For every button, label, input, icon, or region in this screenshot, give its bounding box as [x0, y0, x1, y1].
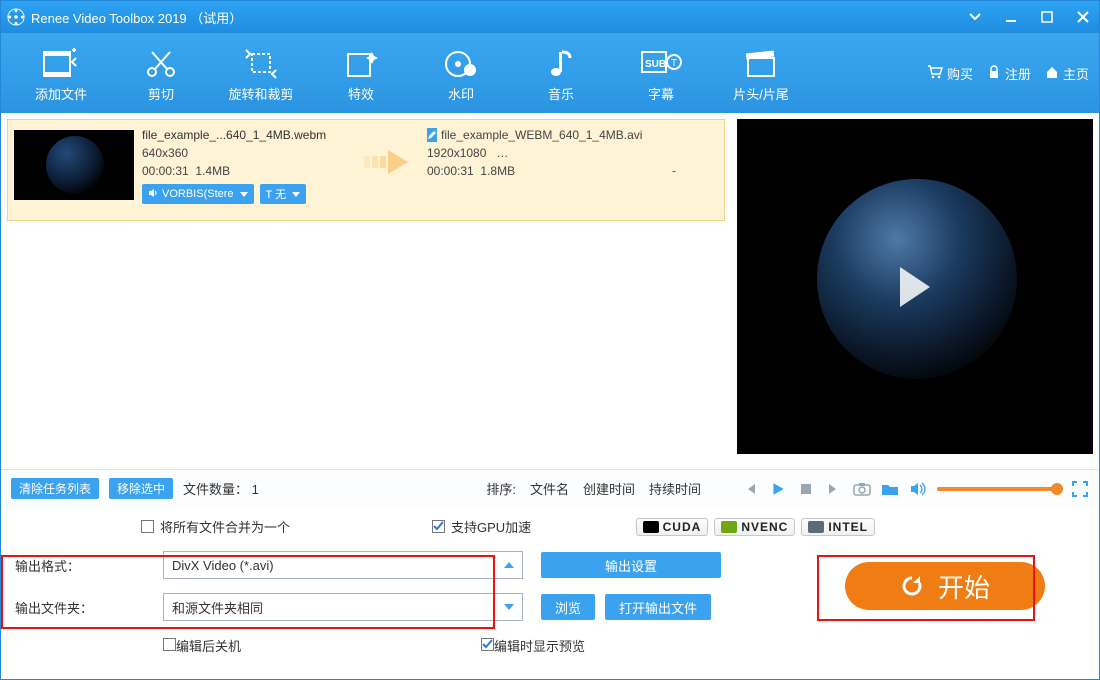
tool-effects[interactable]: 特效: [311, 44, 411, 103]
svg-text:T: T: [671, 58, 677, 69]
gpu-chips: CUDA NVENC INTEL: [636, 518, 875, 536]
speaker-icon: [148, 188, 158, 201]
preview-on-edit-checkbox[interactable]: 编辑时显示预览: [481, 636, 751, 655]
tool-label: 水印: [411, 84, 511, 103]
prev-button[interactable]: [741, 480, 759, 498]
register-link[interactable]: 注册: [987, 64, 1031, 83]
tool-label: 字幕: [611, 84, 711, 103]
buy-label: 购买: [947, 64, 973, 83]
app-logo-icon: [7, 8, 25, 26]
title-bar: Renee Video Toolbox 2019 （试用）: [1, 1, 1099, 33]
crop-rotate-icon: [211, 44, 311, 84]
sort-by-duration[interactable]: 持续时间: [649, 479, 701, 498]
output-panel: 将所有文件合并为一个 支持GPU加速 CUDA NVENC INTEL 输出格式…: [1, 507, 1099, 679]
tool-label: 特效: [311, 84, 411, 103]
tool-cut[interactable]: 剪切: [111, 44, 211, 103]
open-output-button[interactable]: 打开输出文件: [605, 594, 711, 620]
fullscreen-button[interactable]: [1071, 480, 1089, 498]
tool-add-file[interactable]: 添加文件: [11, 44, 111, 103]
stop-button[interactable]: [797, 480, 815, 498]
subtitle-icon: SUB T: [611, 44, 711, 84]
shutdown-checkbox[interactable]: 编辑后关机: [163, 636, 523, 655]
next-button[interactable]: [825, 480, 843, 498]
preview-panel: [731, 113, 1099, 469]
cart-icon: [927, 65, 943, 82]
merge-checkbox[interactable]: 将所有文件合并为一个: [141, 517, 290, 536]
home-icon: [1045, 65, 1059, 82]
gpu-chip-cuda: CUDA: [636, 518, 709, 536]
gpu-chip-intel: INTEL: [801, 518, 875, 536]
start-button[interactable]: 开始: [845, 562, 1045, 610]
film-add-icon: [11, 44, 111, 84]
volume-icon[interactable]: [909, 480, 927, 498]
volume-slider[interactable]: [937, 487, 1061, 491]
close-button[interactable]: [1073, 7, 1093, 27]
buy-link[interactable]: 购买: [927, 64, 973, 83]
source-duration-size: 00:00:31 1.4MB: [142, 164, 351, 178]
dest-filename: file_example_WEBM_640_1_4MB.avi: [441, 128, 642, 142]
tool-rotate-crop[interactable]: 旋转和裁剪: [211, 44, 311, 103]
tool-label: 旋转和裁剪: [211, 84, 311, 103]
music-note-icon: [511, 44, 611, 84]
play-button[interactable]: [769, 480, 787, 498]
sort-by-filename[interactable]: 文件名: [530, 479, 569, 498]
lock-icon: [987, 65, 1001, 82]
task-list: file_example_...640_1_4MB.webm 640x360 0…: [1, 113, 731, 469]
dest-duration-size: 00:00:31 1.8MB: [427, 164, 636, 178]
play-overlay-icon: [900, 267, 930, 307]
tool-intro-outro[interactable]: 片头/片尾: [711, 44, 811, 103]
remove-selected-button[interactable]: 移除选中: [109, 478, 173, 499]
dest-info: file_example_WEBM_640_1_4MB.avi 1920x108…: [419, 126, 644, 214]
home-label: 主页: [1063, 64, 1089, 83]
task-row[interactable]: file_example_...640_1_4MB.webm 640x360 0…: [7, 119, 725, 221]
task-extra: -: [644, 163, 704, 178]
source-resolution: 640x360: [142, 146, 351, 160]
source-info: file_example_...640_1_4MB.webm 640x360 0…: [134, 126, 359, 214]
sort-by-created[interactable]: 创建时间: [583, 479, 635, 498]
arrow-icon: [359, 126, 419, 214]
open-file-button[interactable]: [881, 480, 899, 498]
preview-canvas[interactable]: [737, 119, 1093, 454]
dest-resolution: 1920x1080 …: [427, 146, 636, 160]
sparkle-film-icon: [311, 44, 411, 84]
scissors-icon: [111, 44, 211, 84]
dropdown-icon[interactable]: [965, 7, 985, 27]
edit-icon[interactable]: [427, 128, 437, 142]
gpu-checkbox[interactable]: 支持GPU加速: [432, 517, 531, 536]
watermark-icon: [411, 44, 511, 84]
sort-label: 排序:: [486, 479, 516, 498]
source-filename: file_example_...640_1_4MB.webm: [142, 128, 351, 142]
register-label: 注册: [1005, 64, 1031, 83]
output-folder-dropdown[interactable]: 和源文件夹相同: [163, 593, 523, 621]
tool-music[interactable]: 音乐: [511, 44, 611, 103]
tool-subtitle[interactable]: SUB T 字幕: [611, 44, 711, 103]
gpu-chip-nvenc: NVENC: [714, 518, 795, 536]
tool-label: 添加文件: [11, 84, 111, 103]
browse-button[interactable]: 浏览: [541, 594, 595, 620]
snapshot-button[interactable]: [853, 480, 871, 498]
refresh-icon: [900, 574, 924, 598]
home-link[interactable]: 主页: [1045, 64, 1089, 83]
source-thumbnail: [14, 130, 134, 200]
clear-tasks-button[interactable]: 清除任务列表: [11, 478, 99, 499]
output-format-label: 输出格式：: [15, 556, 145, 575]
main-toolbar: 添加文件 剪切 旋转和裁剪 特效 水印 音乐 SUBT 字幕 片头/片尾 购买 …: [1, 33, 1099, 113]
app-title: Renee Video Toolbox 2019 （试用）: [31, 8, 242, 27]
player-controls: [731, 480, 1099, 498]
output-format-dropdown[interactable]: DivX Video (*.avi): [163, 551, 523, 579]
minimize-button[interactable]: [1001, 7, 1021, 27]
tool-watermark[interactable]: 水印: [411, 44, 511, 103]
audio-codec-dropdown[interactable]: VORBIS(Stere: [142, 184, 254, 204]
slate-icon: [711, 44, 811, 84]
maximize-button[interactable]: [1037, 7, 1057, 27]
tool-label: 剪切: [111, 84, 211, 103]
tool-label: 片头/片尾: [711, 84, 811, 103]
svg-text:SUB: SUB: [645, 59, 666, 70]
tool-label: 音乐: [511, 84, 611, 103]
file-count-label: 文件数量： 1: [183, 479, 259, 498]
output-folder-label: 输出文件夹：: [15, 598, 145, 617]
subtitle-track-dropdown[interactable]: T 无: [260, 184, 307, 204]
output-settings-button[interactable]: 输出设置: [541, 552, 721, 578]
